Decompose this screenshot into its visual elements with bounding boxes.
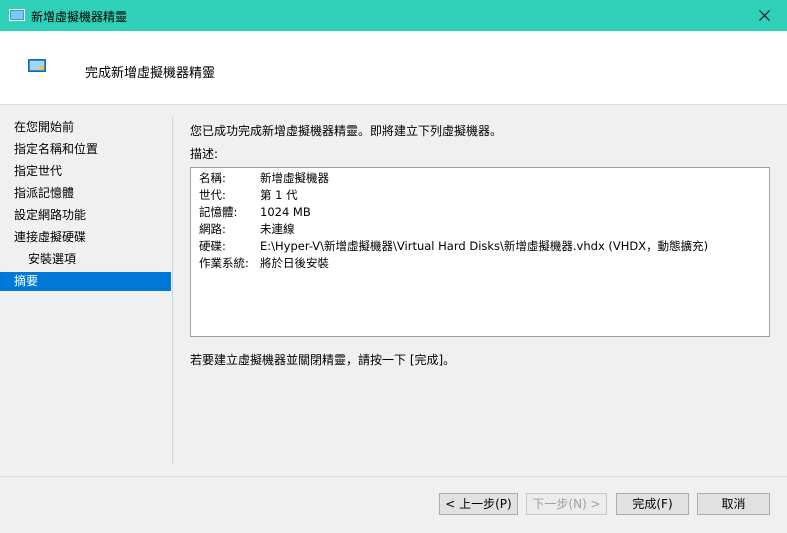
summary-row-network: 網路: 未連線 [199,221,295,238]
summary-key: 世代: [199,188,226,202]
virtual-machine-icon [9,9,25,21]
summary-row-name: 名稱: 新增虛擬機器 [199,170,329,187]
nav-item-generation[interactable]: 指定世代 [0,162,171,181]
summary-key: 作業系統: [199,256,249,270]
title-bar: 新增虛擬機器精靈 [0,0,787,31]
summary-key: 記憶體: [199,205,238,219]
finish-instruction: 若要建立虛擬機器並關閉精靈，請按一下 [完成]。 [190,353,456,367]
nav-item-memory[interactable]: 指派記憶體 [0,184,171,203]
summary-row-hard-disk: 硬碟: E:\Hyper-V\新增虛擬機器\Virtual Hard Disks\… [199,238,708,255]
summary-value: 未連線 [260,222,295,236]
summary-row-generation: 世代: 第 1 代 [199,187,298,204]
footer-divider [0,476,787,477]
summary-row-operating-system: 作業系統: 將於日後安裝 [199,255,329,272]
nav-item-before-you-begin[interactable]: 在您開始前 [0,118,171,137]
summary-key: 硬碟: [199,239,226,253]
summary-value: 將於日後安裝 [260,256,329,270]
summary-value: E:\Hyper-V\新增虛擬機器\Virtual Hard Disks\新增虛… [260,239,709,253]
summary-value: 1024 MB [260,205,311,219]
previous-button[interactable]: < 上一步(P) [439,493,518,515]
intro-text: 您已成功完成新增虛擬機器精靈。即將建立下列虛擬機器。 [190,124,503,138]
nav-item-networking[interactable]: 設定網路功能 [0,206,171,225]
next-button[interactable]: 下一步(N) > [526,493,607,515]
nav-item-virtual-hard-disk[interactable]: 連接虛擬硬碟 [0,228,171,247]
window-title: 新增虛擬機器精靈 [31,10,128,24]
wizard-steps-nav: 在您開始前 指定名稱和位置 指定世代 指派記憶體 設定網路功能 連接虛擬硬碟 安… [0,104,172,464]
summary-key: 網路: [199,222,226,236]
close-button[interactable] [741,0,787,31]
virtual-machine-icon [28,59,46,72]
description-label: 描述: [190,147,219,161]
wizard-header: 完成新增虛擬機器精靈 [0,31,787,105]
nav-item-name-location[interactable]: 指定名稱和位置 [0,140,171,159]
finish-button[interactable]: 完成(F) [616,493,689,515]
summary-value: 第 1 代 [260,188,298,202]
summary-key: 名稱: [199,171,226,185]
close-icon [758,10,770,21]
cancel-button[interactable]: 取消 [697,493,770,515]
summary-value: 新增虛擬機器 [260,171,329,185]
sidebar-divider [172,117,173,464]
page-title: 完成新增虛擬機器精靈 [85,66,216,81]
nav-item-summary[interactable]: 摘要 [0,272,171,291]
summary-row-memory: 記憶體: 1024 MB [199,204,311,221]
nav-item-install-options[interactable]: 安裝選項 [0,250,171,269]
summary-textbox[interactable]: 名稱: 新增虛擬機器 世代: 第 1 代 記憶體: 1024 MB 網路: 未連線 硬碟… [190,167,770,337]
